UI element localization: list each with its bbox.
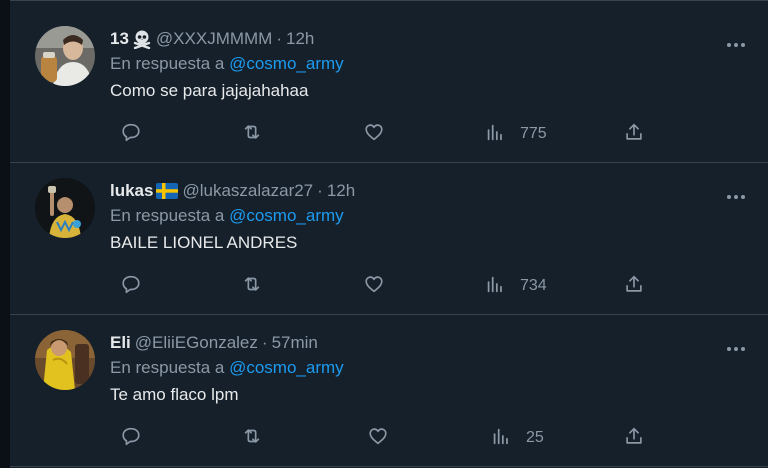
more-icon[interactable] (726, 189, 746, 199)
tweet-actions: 734 (110, 273, 650, 301)
timestamp[interactable]: 12h (327, 181, 355, 201)
separator-dot: · (317, 181, 323, 200)
avatar[interactable] (35, 330, 95, 390)
like-button[interactable] (363, 123, 385, 145)
retweet-button[interactable] (241, 275, 263, 297)
reply-icon (120, 273, 142, 300)
tweet-actions: 775 (110, 121, 650, 149)
more-icon[interactable] (726, 37, 746, 47)
tweet-text: Como se para jajajahahaa (110, 81, 309, 100)
avatar[interactable] (35, 178, 95, 238)
left-edge (0, 0, 10, 468)
like-icon (367, 425, 389, 452)
display-name[interactable]: 13 (110, 29, 129, 49)
retweet-icon (241, 121, 263, 148)
tweet-header: Eli @EliiEGonzalez · 57min (110, 331, 318, 355)
share-icon (623, 273, 645, 300)
user-handle[interactable]: @EliiEGonzalez (135, 333, 258, 353)
timestamp[interactable]: 12h (286, 29, 314, 49)
reply-context: En respuesta a @cosmo_army (110, 54, 344, 74)
reply-button[interactable] (120, 275, 142, 297)
timestamp[interactable]: 57min (272, 333, 318, 353)
views-button[interactable]: 25 (490, 427, 544, 449)
user-handle[interactable]: @XXXJMMMM (156, 29, 272, 49)
tweet-actions: 25 (110, 425, 650, 453)
views-count: 25 (526, 429, 544, 446)
like-button[interactable] (367, 427, 389, 449)
views-count: 734 (520, 277, 547, 294)
like-icon (363, 273, 385, 300)
views-button[interactable]: 734 (484, 275, 547, 297)
tweet[interactable]: Eli @EliiEGonzalez · 57min En respuesta … (10, 315, 768, 467)
share-button[interactable] (623, 427, 645, 449)
views-icon (490, 425, 512, 452)
reply-context: En respuesta a @cosmo_army (110, 358, 344, 378)
views-icon (484, 121, 506, 148)
reply-icon (120, 425, 142, 452)
share-button[interactable] (623, 123, 645, 145)
tweet-header: lukas @lukaszalazar27 · 12h (110, 179, 355, 203)
mention-link[interactable]: @cosmo_army (229, 206, 344, 225)
retweet-button[interactable] (241, 123, 263, 145)
tweet-text: Te amo flaco lpm (110, 385, 239, 404)
display-name[interactable]: lukas (110, 181, 153, 201)
reply-button[interactable] (120, 123, 142, 145)
views-count: 775 (520, 125, 547, 142)
share-icon (623, 425, 645, 452)
like-icon (363, 121, 385, 148)
display-name[interactable]: Eli (110, 333, 131, 353)
avatar[interactable] (35, 26, 95, 86)
separator-dot: · (276, 29, 283, 48)
mention-link[interactable]: @cosmo_army (229, 54, 344, 73)
tweet[interactable]: lukas @lukaszalazar27 · 12h En respuesta… (10, 163, 768, 315)
more-icon[interactable] (726, 341, 746, 351)
reply-prefix: En respuesta a (110, 358, 225, 377)
share-button[interactable] (623, 275, 645, 297)
tweet[interactable]: 13 @XXXJMMMM · 12h En respuesta a @cosmo… (10, 11, 768, 163)
mention-link[interactable]: @cosmo_army (229, 358, 344, 377)
views-button[interactable]: 775 (484, 123, 547, 145)
skull-crossbones-icon (132, 29, 152, 49)
retweet-icon (241, 425, 263, 452)
reply-context: En respuesta a @cosmo_army (110, 206, 344, 226)
tweet-text: BAILE LIONEL ANDRES (110, 233, 298, 252)
views-icon (484, 273, 506, 300)
reply-prefix: En respuesta a (110, 54, 225, 73)
like-button[interactable] (363, 275, 385, 297)
reply-prefix: En respuesta a (110, 206, 225, 225)
replies-feed: 13 @XXXJMMMM · 12h En respuesta a @cosmo… (10, 0, 768, 468)
retweet-button[interactable] (241, 427, 263, 449)
timeline-window: 13 @XXXJMMMM · 12h En respuesta a @cosmo… (0, 0, 768, 468)
reply-icon (120, 121, 142, 148)
sweden-flag-icon (156, 183, 179, 199)
user-handle[interactable]: @lukaszalazar27 (182, 181, 313, 201)
tweet-header: 13 @XXXJMMMM · 12h (110, 27, 314, 51)
separator-dot: · (261, 333, 268, 352)
share-icon (623, 121, 645, 148)
retweet-icon (241, 273, 263, 300)
reply-button[interactable] (120, 427, 142, 449)
